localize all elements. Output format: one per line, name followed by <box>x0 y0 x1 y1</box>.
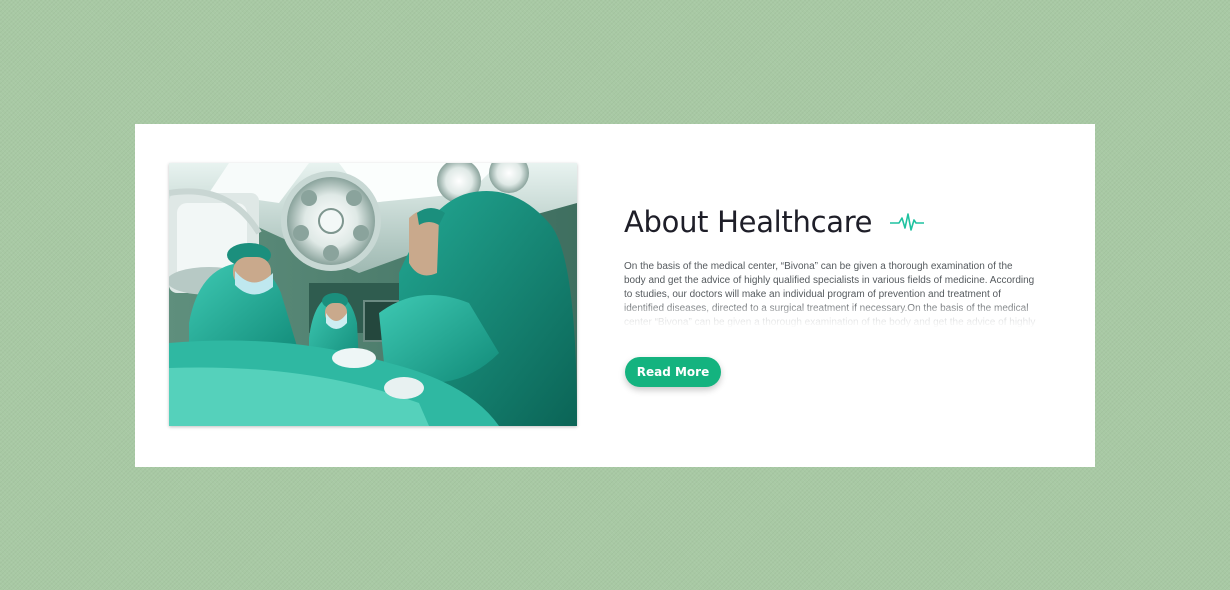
surgery-photo-illustration <box>169 163 577 426</box>
read-more-button[interactable]: Read More <box>625 357 721 387</box>
surgery-photo <box>169 163 577 426</box>
heartbeat-pulse-icon <box>890 213 925 231</box>
about-title-row: About Healthcare <box>624 202 925 242</box>
about-section-card: About Healthcare On the basis of the med… <box>135 124 1095 467</box>
section-title: About Healthcare <box>624 205 873 239</box>
about-description: On the basis of the medical center, “Biv… <box>624 261 1036 328</box>
